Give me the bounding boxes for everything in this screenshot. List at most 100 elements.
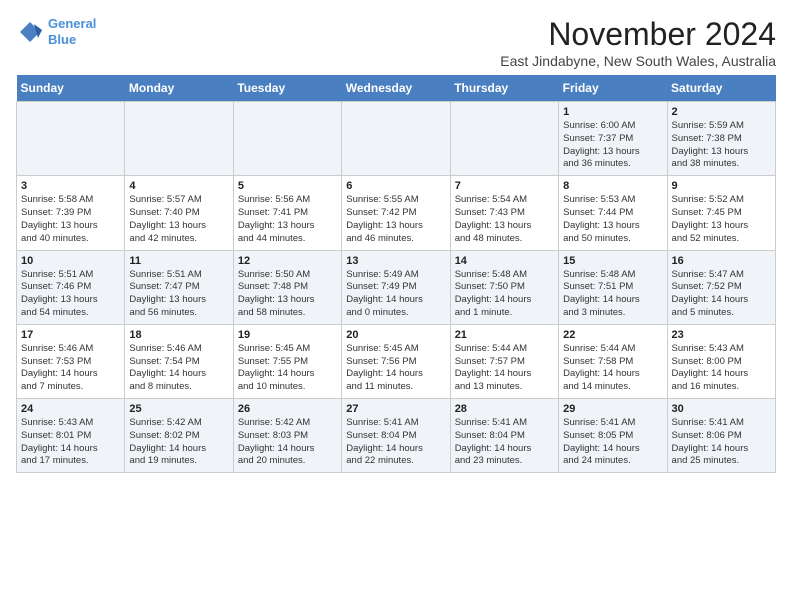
day-number: 14	[455, 255, 554, 267]
day-info: Sunrise: 5:50 AM Sunset: 7:48 PM Dayligh…	[238, 269, 337, 320]
day-info: Sunrise: 5:41 AM Sunset: 8:04 PM Dayligh…	[346, 417, 445, 468]
day-info: Sunrise: 5:53 AM Sunset: 7:44 PM Dayligh…	[563, 194, 662, 245]
day-number: 21	[455, 329, 554, 341]
day-info: Sunrise: 6:00 AM Sunset: 7:37 PM Dayligh…	[563, 120, 662, 171]
day-number: 13	[346, 255, 445, 267]
day-info: Sunrise: 5:58 AM Sunset: 7:39 PM Dayligh…	[21, 194, 120, 245]
weekday-header-row: SundayMondayTuesdayWednesdayThursdayFrid…	[17, 75, 776, 102]
day-cell: 10Sunrise: 5:51 AM Sunset: 7:46 PM Dayli…	[17, 250, 125, 324]
day-cell: 27Sunrise: 5:41 AM Sunset: 8:04 PM Dayli…	[342, 399, 450, 473]
week-row-1: 1 Sunrise: 6:00 AM Sunset: 7:37 PM Daylig…	[17, 102, 776, 176]
day-number: 3	[21, 180, 120, 192]
day-cell: 3 Sunrise: 5:58 AM Sunset: 7:39 PM Daylig…	[17, 176, 125, 250]
weekday-header-sunday: Sunday	[17, 75, 125, 102]
day-cell	[342, 102, 450, 176]
day-cell: 9Sunrise: 5:52 AM Sunset: 7:45 PM Daylig…	[667, 176, 775, 250]
day-number: 11	[129, 255, 228, 267]
day-info: Sunrise: 5:51 AM Sunset: 7:47 PM Dayligh…	[129, 269, 228, 320]
day-cell: 11 Sunrise: 5:51 AM Sunset: 7:47 PM Dayli…	[125, 250, 233, 324]
logo-text: General Blue	[48, 16, 96, 47]
day-info: Sunrise: 5:41 AM Sunset: 8:04 PM Dayligh…	[455, 417, 554, 468]
week-row-4: 17 Sunrise: 5:46 AM Sunset: 7:53 PM Dayli…	[17, 324, 776, 398]
day-number: 1	[563, 106, 662, 118]
day-cell: 29 Sunrise: 5:41 AM Sunset: 8:05 PM Dayli…	[559, 399, 667, 473]
weekday-header-saturday: Saturday	[667, 75, 775, 102]
day-number: 5	[238, 180, 337, 192]
day-number: 25	[129, 403, 228, 415]
day-cell	[125, 102, 233, 176]
day-cell	[17, 102, 125, 176]
day-cell: 7Sunrise: 5:54 AM Sunset: 7:43 PM Daylig…	[450, 176, 558, 250]
day-cell: 22 Sunrise: 5:44 AM Sunset: 7:58 PM Dayli…	[559, 324, 667, 398]
day-cell: 17 Sunrise: 5:46 AM Sunset: 7:53 PM Dayli…	[17, 324, 125, 398]
header: General Blue November 2024 East Jindabyn…	[16, 16, 776, 69]
day-number: 29	[563, 403, 662, 415]
day-info: Sunrise: 5:43 AM Sunset: 8:00 PM Dayligh…	[672, 343, 771, 394]
day-info: Sunrise: 5:59 AM Sunset: 7:38 PM Dayligh…	[672, 120, 771, 171]
day-cell: 8 Sunrise: 5:53 AM Sunset: 7:44 PM Daylig…	[559, 176, 667, 250]
day-cell: 6Sunrise: 5:55 AM Sunset: 7:42 PM Daylig…	[342, 176, 450, 250]
day-info: Sunrise: 5:49 AM Sunset: 7:49 PM Dayligh…	[346, 269, 445, 320]
day-number: 16	[672, 255, 771, 267]
week-row-3: 10Sunrise: 5:51 AM Sunset: 7:46 PM Dayli…	[17, 250, 776, 324]
day-number: 18	[129, 329, 228, 341]
day-cell: 18 Sunrise: 5:46 AM Sunset: 7:54 PM Dayli…	[125, 324, 233, 398]
day-info: Sunrise: 5:45 AM Sunset: 7:55 PM Dayligh…	[238, 343, 337, 394]
day-info: Sunrise: 5:42 AM Sunset: 8:03 PM Dayligh…	[238, 417, 337, 468]
day-info: Sunrise: 5:42 AM Sunset: 8:02 PM Dayligh…	[129, 417, 228, 468]
day-number: 22	[563, 329, 662, 341]
subtitle: East Jindabyne, New South Wales, Austral…	[500, 53, 776, 69]
day-cell	[233, 102, 341, 176]
day-cell: 25 Sunrise: 5:42 AM Sunset: 8:02 PM Dayli…	[125, 399, 233, 473]
weekday-header-thursday: Thursday	[450, 75, 558, 102]
day-cell: 20 Sunrise: 5:45 AM Sunset: 7:56 PM Dayli…	[342, 324, 450, 398]
day-number: 4	[129, 180, 228, 192]
day-info: Sunrise: 5:44 AM Sunset: 7:58 PM Dayligh…	[563, 343, 662, 394]
day-info: Sunrise: 5:45 AM Sunset: 7:56 PM Dayligh…	[346, 343, 445, 394]
calendar-table: SundayMondayTuesdayWednesdayThursdayFrid…	[16, 75, 776, 473]
day-number: 2	[672, 106, 771, 118]
weekday-header-tuesday: Tuesday	[233, 75, 341, 102]
day-cell: 12Sunrise: 5:50 AM Sunset: 7:48 PM Dayli…	[233, 250, 341, 324]
day-info: Sunrise: 5:46 AM Sunset: 7:53 PM Dayligh…	[21, 343, 120, 394]
day-cell: 26 Sunrise: 5:42 AM Sunset: 8:03 PM Dayli…	[233, 399, 341, 473]
day-number: 20	[346, 329, 445, 341]
day-number: 17	[21, 329, 120, 341]
day-info: Sunrise: 5:46 AM Sunset: 7:54 PM Dayligh…	[129, 343, 228, 394]
day-info: Sunrise: 5:54 AM Sunset: 7:43 PM Dayligh…	[455, 194, 554, 245]
day-cell: 16 Sunrise: 5:47 AM Sunset: 7:52 PM Dayli…	[667, 250, 775, 324]
day-info: Sunrise: 5:56 AM Sunset: 7:41 PM Dayligh…	[238, 194, 337, 245]
day-number: 24	[21, 403, 120, 415]
day-cell: 13 Sunrise: 5:49 AM Sunset: 7:49 PM Dayli…	[342, 250, 450, 324]
day-cell: 5 Sunrise: 5:56 AM Sunset: 7:41 PM Daylig…	[233, 176, 341, 250]
day-cell: 21 Sunrise: 5:44 AM Sunset: 7:57 PM Dayli…	[450, 324, 558, 398]
title-area: November 2024 East Jindabyne, New South …	[500, 16, 776, 69]
day-info: Sunrise: 5:48 AM Sunset: 7:50 PM Dayligh…	[455, 269, 554, 320]
main-title: November 2024	[500, 16, 776, 53]
day-info: Sunrise: 5:44 AM Sunset: 7:57 PM Dayligh…	[455, 343, 554, 394]
day-info: Sunrise: 5:52 AM Sunset: 7:45 PM Dayligh…	[672, 194, 771, 245]
day-cell: 30Sunrise: 5:41 AM Sunset: 8:06 PM Dayli…	[667, 399, 775, 473]
day-info: Sunrise: 5:43 AM Sunset: 8:01 PM Dayligh…	[21, 417, 120, 468]
weekday-header-friday: Friday	[559, 75, 667, 102]
day-number: 28	[455, 403, 554, 415]
day-cell: 1 Sunrise: 6:00 AM Sunset: 7:37 PM Daylig…	[559, 102, 667, 176]
day-cell: 14 Sunrise: 5:48 AM Sunset: 7:50 PM Dayli…	[450, 250, 558, 324]
day-cell	[450, 102, 558, 176]
week-row-5: 24 Sunrise: 5:43 AM Sunset: 8:01 PM Dayli…	[17, 399, 776, 473]
day-number: 23	[672, 329, 771, 341]
day-cell: 28 Sunrise: 5:41 AM Sunset: 8:04 PM Dayli…	[450, 399, 558, 473]
day-info: Sunrise: 5:47 AM Sunset: 7:52 PM Dayligh…	[672, 269, 771, 320]
day-number: 8	[563, 180, 662, 192]
day-info: Sunrise: 5:41 AM Sunset: 8:05 PM Dayligh…	[563, 417, 662, 468]
logo: General Blue	[16, 16, 96, 47]
day-cell: 15Sunrise: 5:48 AM Sunset: 7:51 PM Dayli…	[559, 250, 667, 324]
day-cell: 4 Sunrise: 5:57 AM Sunset: 7:40 PM Daylig…	[125, 176, 233, 250]
day-number: 15	[563, 255, 662, 267]
day-number: 26	[238, 403, 337, 415]
day-info: Sunrise: 5:41 AM Sunset: 8:06 PM Dayligh…	[672, 417, 771, 468]
day-cell: 2 Sunrise: 5:59 AM Sunset: 7:38 PM Daylig…	[667, 102, 775, 176]
logo-icon	[16, 18, 44, 46]
day-info: Sunrise: 5:57 AM Sunset: 7:40 PM Dayligh…	[129, 194, 228, 245]
day-cell: 24 Sunrise: 5:43 AM Sunset: 8:01 PM Dayli…	[17, 399, 125, 473]
